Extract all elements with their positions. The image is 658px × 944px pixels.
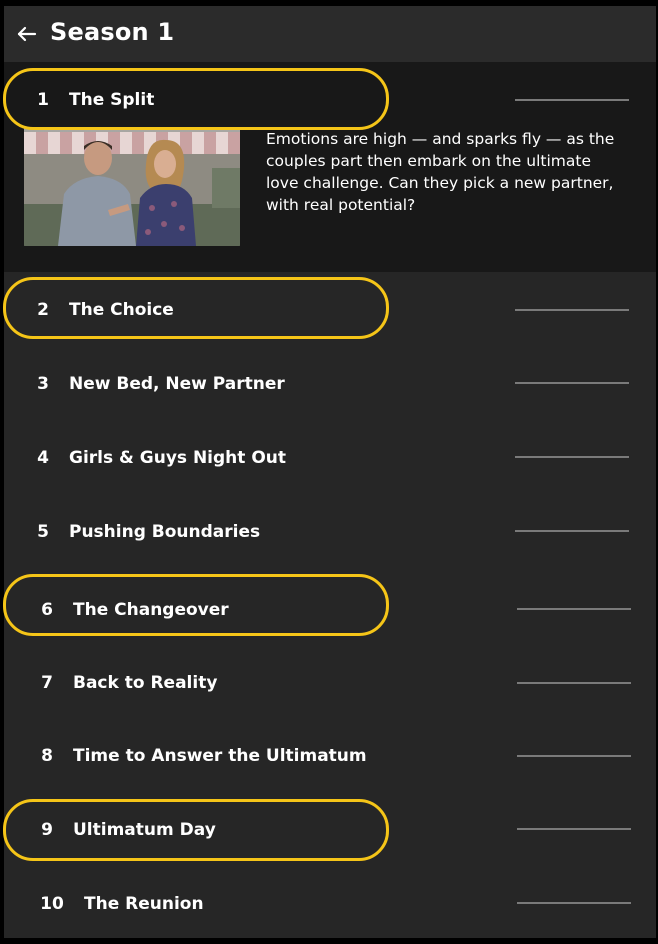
episode-number: 10 — [40, 894, 64, 914]
episode-progress-bar — [517, 682, 631, 684]
episode-number: 6 — [41, 600, 53, 620]
episode-number: 5 — [37, 522, 49, 542]
episode-row-9[interactable]: 9 Ultimatum Day — [4, 794, 656, 868]
episode-progress-bar — [515, 382, 629, 384]
episode-thumbnail[interactable] — [24, 128, 240, 246]
episode-row-7[interactable]: 7 Back to Reality — [4, 646, 656, 720]
episode-title: Girls & Guys Night Out — [69, 448, 286, 468]
episode-progress-bar — [515, 309, 629, 311]
episode-row-6[interactable]: 6 The Changeover — [4, 572, 656, 646]
episode-number: 3 — [37, 374, 49, 394]
episode-progress-bar — [515, 99, 629, 101]
episode-progress-bar — [517, 828, 631, 830]
episode-title: Time to Answer the Ultimatum — [73, 746, 367, 766]
episode-number: 8 — [41, 746, 53, 766]
episode-title: The Changeover — [73, 600, 229, 620]
back-button[interactable] — [12, 19, 42, 49]
season-title: Season 1 — [50, 18, 175, 46]
episode-title: Ultimatum Day — [73, 820, 216, 840]
episode-number: 1 — [37, 90, 49, 110]
episode-row-4[interactable]: 4 Girls & Guys Night Out — [4, 420, 656, 494]
episode-title: The Split — [69, 90, 155, 110]
episode-title: New Bed, New Partner — [69, 374, 285, 394]
arrow-left-icon — [17, 26, 37, 42]
episode-row-10[interactable]: 10 The Reunion — [4, 868, 656, 938]
episode-row-8[interactable]: 8 Time to Answer the Ultimatum — [4, 720, 656, 794]
episode-number: 7 — [41, 673, 53, 693]
season-header: Season 1 — [4, 6, 656, 62]
episode-title: The Choice — [69, 300, 174, 320]
episode-progress-bar — [515, 530, 629, 532]
episode-progress-bar — [517, 902, 631, 904]
episode-title: Pushing Boundaries — [69, 522, 261, 542]
episode-row-3[interactable]: 3 New Bed, New Partner — [4, 346, 656, 420]
episode-number: 9 — [41, 820, 53, 840]
episode-progress-bar — [515, 456, 629, 458]
episode-row-1[interactable]: 1 The Split Emotions are high — and spar… — [4, 62, 656, 272]
episode-thumbnail-image — [24, 128, 240, 246]
episode-panel: Season 1 1 The Split Emotions are high —… — [4, 6, 656, 938]
episode-progress-bar — [517, 608, 631, 610]
episode-title: The Reunion — [84, 894, 204, 914]
episode-description: Emotions are high — and sparks fly — as … — [266, 130, 615, 214]
episode-row-2[interactable]: 2 The Choice — [4, 272, 656, 346]
episode-number: 2 — [37, 300, 49, 320]
episode-progress-bar — [517, 755, 631, 757]
episode-number: 4 — [37, 448, 49, 468]
episode-title: Back to Reality — [73, 673, 218, 693]
episode-row-5[interactable]: 5 Pushing Boundaries — [4, 494, 656, 568]
